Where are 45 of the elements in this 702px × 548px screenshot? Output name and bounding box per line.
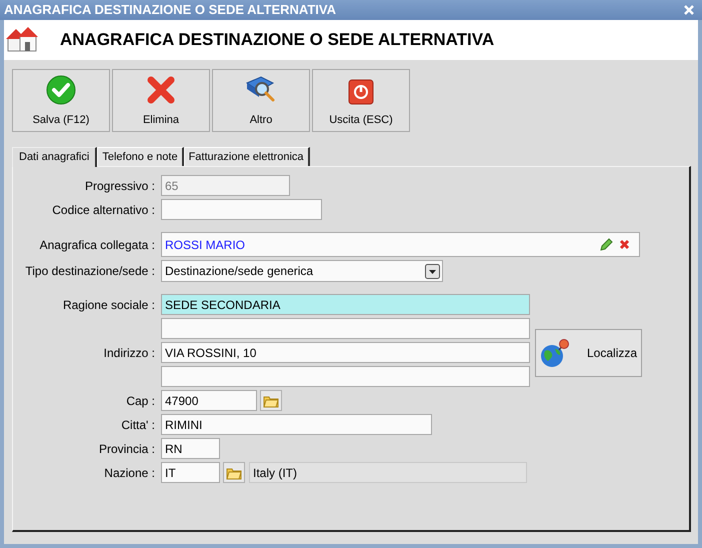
- linked-record-name[interactable]: ROSSI MARIO: [165, 236, 599, 254]
- text-field[interactable]: SEDE SECONDARIA: [161, 294, 530, 315]
- folder-button[interactable]: [260, 390, 282, 411]
- field-label: Tipo destinazione/sede :: [25, 263, 155, 280]
- checkmark-icon: [46, 74, 76, 104]
- field-label: Anagrafica collegata :: [40, 236, 155, 254]
- text-field[interactable]: IT: [161, 462, 220, 483]
- field-label: Cap :: [126, 392, 155, 410]
- toolbar-button[interactable]: Salva (F12): [12, 69, 110, 132]
- text-field[interactable]: RIMINI: [161, 414, 432, 435]
- toolbar-button[interactable]: Altro: [212, 69, 310, 132]
- description-field: Italy (IT): [249, 462, 527, 483]
- linked-record-field[interactable]: ROSSI MARIO: [161, 232, 640, 257]
- field-label: Codice alternativo :: [52, 202, 155, 218]
- field-label: Citta' :: [121, 416, 155, 434]
- field-label: Indirizzo :: [104, 344, 155, 362]
- toolbar-button[interactable]: Uscita (ESC): [312, 69, 410, 132]
- text-field[interactable]: [161, 199, 322, 220]
- dropdown[interactable]: Destinazione/sede generica: [161, 260, 443, 282]
- folder-button[interactable]: [223, 462, 245, 483]
- header-title: ANAGRAFICA DESTINAZIONE O SEDE ALTERNATIVA: [60, 29, 494, 52]
- close-icon[interactable]: [684, 5, 694, 15]
- tab[interactable]: Fatturazione elettronica: [184, 147, 310, 166]
- text-field[interactable]: 47900: [161, 390, 257, 411]
- address-field[interactable]: VIA ROSSINI, 10: [161, 342, 530, 363]
- delete-icon[interactable]: [619, 239, 630, 250]
- text-field[interactable]: RN: [161, 438, 220, 459]
- field-label: Nazione :: [104, 464, 155, 482]
- folder-icon: [263, 394, 279, 408]
- field-label: Provincia :: [98, 440, 155, 458]
- toolbar-button[interactable]: Elimina: [112, 69, 210, 132]
- folder-icon: [226, 466, 242, 480]
- tab[interactable]: Telefono e note: [97, 147, 184, 166]
- book-magnifier-icon: [245, 74, 277, 104]
- pencil-icon[interactable]: [599, 238, 613, 252]
- tab[interactable]: Dati anagrafici: [12, 147, 98, 167]
- power-icon: [348, 78, 374, 104]
- globe-pin-icon: [539, 336, 571, 368]
- cross-icon: [146, 74, 176, 104]
- window-title: ANAGRAFICA DESTINAZIONE O SEDE ALTERNATIVA: [4, 1, 337, 20]
- field-label: Progressivo :: [84, 178, 155, 194]
- locate-button[interactable]: Localizza: [535, 328, 642, 376]
- address-field[interactable]: [161, 366, 530, 387]
- field-label: Ragione sociale :: [62, 296, 155, 314]
- address-field[interactable]: [161, 318, 530, 339]
